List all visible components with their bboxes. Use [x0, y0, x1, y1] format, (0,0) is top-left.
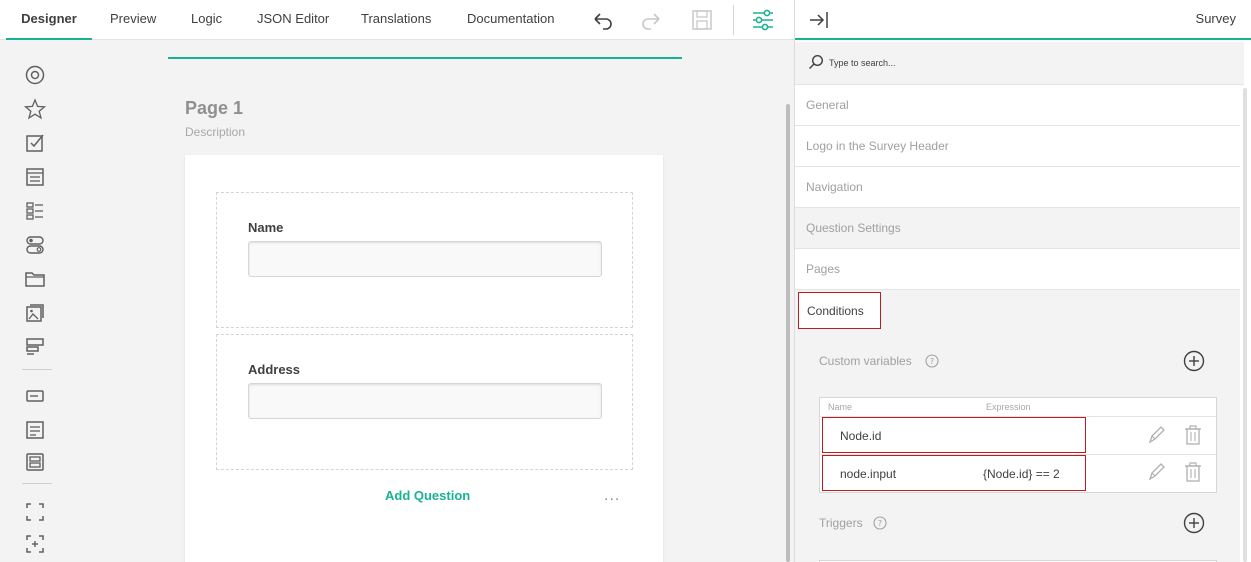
- property-grid-title: Survey: [1195, 11, 1236, 26]
- name-input[interactable]: [248, 241, 602, 277]
- category-label: Pages: [806, 262, 841, 276]
- svg-text:?: ?: [878, 519, 882, 528]
- help-icon[interactable]: ?: [873, 516, 887, 530]
- variable-expression: {Node.id} == 2: [983, 467, 1060, 481]
- category-label: Conditions: [798, 292, 881, 329]
- property-grid: Survey General Logo in the Survey Header…: [794, 0, 1251, 562]
- tab-documentation[interactable]: Documentation: [467, 0, 554, 40]
- category-label: Question Settings: [806, 221, 901, 235]
- help-icon[interactable]: ?: [925, 354, 939, 368]
- category-conditions[interactable]: Conditions: [795, 290, 1240, 331]
- comment-icon[interactable]: [24, 419, 46, 441]
- property-search: [795, 42, 1244, 85]
- table-row[interactable]: Node.id: [822, 417, 1086, 453]
- question-title: Address: [248, 362, 301, 377]
- question-title: Name: [248, 220, 284, 235]
- custom-variables-label: Custom variables: [819, 354, 912, 368]
- category-label: General: [806, 98, 849, 112]
- property-grid-header: Survey: [795, 0, 1251, 40]
- matrix-icon[interactable]: [24, 336, 46, 358]
- toolbox-separator: [22, 483, 52, 484]
- delete-icon[interactable]: [1183, 461, 1203, 483]
- column-header-expression: Expression: [986, 402, 1031, 412]
- radiogroup-icon[interactable]: [24, 64, 46, 86]
- ranking-icon[interactable]: [24, 200, 46, 222]
- svg-text:?: ?: [930, 357, 934, 366]
- redo-icon[interactable]: [638, 7, 664, 33]
- custom-variables-table: Name Expression Node.id node.input {Node…: [819, 397, 1217, 493]
- edit-icon[interactable]: [1146, 424, 1166, 446]
- page-title[interactable]: Page 1: [185, 98, 243, 119]
- question-toolbox: [0, 40, 72, 562]
- dropdown-icon[interactable]: [24, 166, 46, 188]
- survey-header-indicator: [168, 57, 682, 59]
- canvas-scrollbar[interactable]: [786, 104, 790, 562]
- collapse-panel-icon[interactable]: [807, 8, 831, 32]
- top-toolbar: Designer Preview Logic JSON Editor Trans…: [0, 0, 794, 40]
- tab-preview[interactable]: Preview: [110, 0, 156, 40]
- text-icon[interactable]: [24, 385, 46, 407]
- tab-translations[interactable]: Translations: [361, 0, 431, 40]
- add-question-button[interactable]: Add Question: [385, 488, 470, 503]
- settings-sliders-icon[interactable]: [750, 7, 776, 33]
- category-label: Logo in the Survey Header: [806, 139, 949, 153]
- tab-json-editor[interactable]: JSON Editor: [257, 0, 329, 40]
- panel-icon[interactable]: [24, 501, 46, 523]
- tab-logic[interactable]: Logic: [191, 0, 222, 40]
- page-panel: Name Address Add Question ...: [185, 155, 663, 562]
- rating-icon[interactable]: [24, 98, 46, 120]
- edit-icon[interactable]: [1146, 461, 1166, 483]
- paneldynamic-icon[interactable]: [24, 533, 46, 555]
- file-icon[interactable]: [24, 268, 46, 290]
- checkbox-icon[interactable]: [24, 132, 46, 154]
- multipletext-icon[interactable]: [24, 451, 46, 473]
- category-label: Navigation: [806, 180, 863, 194]
- address-input[interactable]: [248, 383, 602, 419]
- more-options-icon[interactable]: ...: [604, 487, 620, 505]
- category-pages[interactable]: Pages: [795, 249, 1240, 290]
- column-header-name: Name: [828, 402, 853, 412]
- delete-icon[interactable]: [1183, 424, 1203, 446]
- question-name[interactable]: Name: [216, 192, 633, 328]
- category-navigation[interactable]: Navigation: [795, 167, 1240, 208]
- category-general[interactable]: General: [795, 85, 1240, 126]
- page-description[interactable]: Description: [185, 125, 245, 139]
- conditions-section: Custom variables ? Name Expression Node.…: [795, 330, 1240, 562]
- table-row[interactable]: node.input {Node.id} == 2: [822, 455, 1086, 491]
- category-logo[interactable]: Logo in the Survey Header: [795, 126, 1240, 167]
- design-surface: Page 1 Description Name Address Add Ques…: [72, 40, 794, 562]
- boolean-icon[interactable]: [24, 234, 46, 256]
- question-address[interactable]: Address: [216, 334, 633, 470]
- search-input[interactable]: [829, 52, 1229, 74]
- property-grid-scrollbar[interactable]: [1243, 88, 1247, 562]
- undo-icon[interactable]: [590, 7, 616, 33]
- survey-creator: Designer Preview Logic JSON Editor Trans…: [0, 0, 1251, 562]
- imagepicker-icon[interactable]: [24, 302, 46, 324]
- variable-name: node.input: [840, 467, 897, 481]
- add-trigger-icon[interactable]: [1183, 512, 1205, 534]
- variable-name: Node.id: [840, 429, 882, 443]
- toolbar-separator: [733, 5, 734, 35]
- triggers-label: Triggers: [819, 516, 863, 530]
- add-variable-icon[interactable]: [1183, 350, 1205, 372]
- save-icon[interactable]: [689, 7, 715, 33]
- search-icon: [809, 54, 824, 69]
- tab-designer[interactable]: Designer: [6, 0, 92, 40]
- category-question-settings[interactable]: Question Settings: [795, 208, 1240, 249]
- toolbox-separator: [22, 369, 52, 370]
